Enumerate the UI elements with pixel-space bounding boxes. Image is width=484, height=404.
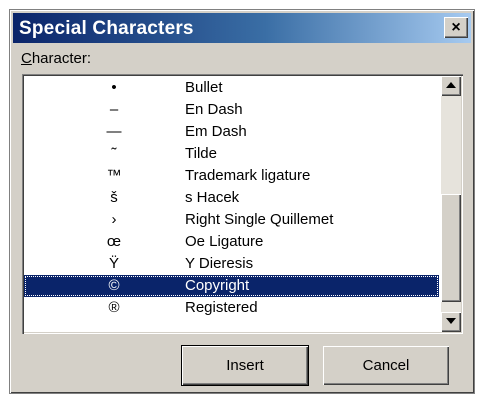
character-name: Trademark ligature — [185, 167, 311, 184]
character-row[interactable]: © Copyright — [24, 275, 439, 297]
character-row[interactable]: œ Oe Ligature — [24, 231, 439, 253]
character-row[interactable]: š s Hacek — [24, 187, 439, 209]
character-row[interactable]: ® Registered — [24, 297, 439, 319]
character-label: Character: — [21, 50, 91, 67]
character-name: Registered — [185, 299, 258, 316]
character-name: Right Single Quillemet — [185, 211, 334, 228]
character-glyph: ™ — [106, 167, 122, 184]
character-row[interactable]: ˜ Tilde — [24, 143, 439, 165]
character-label-text: haracter: — [31, 50, 92, 67]
scroll-thumb[interactable] — [441, 194, 461, 302]
character-listbox[interactable]: • Bullet – En Dash — Em Dash ˜ Tilde ™ Trademark … — [22, 74, 463, 334]
character-glyph: © — [108, 277, 120, 294]
title-bar[interactable]: Special Characters × — [13, 13, 471, 43]
character-glyph: – — [109, 101, 119, 118]
character-glyph: › — [111, 211, 117, 228]
character-glyph: — — [106, 123, 122, 140]
character-row[interactable]: › Right Single Quillemet — [24, 209, 439, 231]
character-name: Oe Ligature — [185, 233, 264, 250]
arrow-down-icon — [446, 318, 456, 324]
character-row[interactable]: ™ Trademark ligature — [24, 165, 439, 187]
character-glyph: š — [110, 189, 118, 206]
close-button[interactable]: × — [444, 17, 468, 38]
character-name: Tilde — [185, 145, 217, 162]
character-row[interactable]: — Em Dash — [24, 121, 439, 143]
character-glyph: • — [111, 79, 117, 96]
character-glyph: ® — [108, 299, 120, 316]
special-characters-dialog: Special Characters × Character: • Bullet –… — [9, 9, 475, 394]
window-title: Special Characters — [19, 18, 194, 39]
character-glyph: œ — [106, 233, 122, 250]
character-name: Bullet — [185, 79, 223, 96]
character-glyph: Ÿ — [108, 255, 119, 272]
character-row[interactable]: Ÿ Y Dieresis — [24, 253, 439, 275]
character-name: s Hacek — [185, 189, 240, 206]
vertical-scrollbar[interactable] — [441, 76, 461, 332]
character-name: Y Dieresis — [185, 255, 254, 272]
character-list: • Bullet – En Dash — Em Dash ˜ Tilde ™ Trademark … — [24, 77, 439, 319]
character-name: En Dash — [185, 101, 243, 118]
insert-button[interactable]: Insert — [181, 345, 309, 386]
character-name: Em Dash — [185, 123, 247, 140]
scroll-down-button[interactable] — [441, 312, 461, 332]
character-row[interactable]: • Bullet — [24, 77, 439, 99]
character-row[interactable]: – En Dash — [24, 99, 439, 121]
close-icon: × — [451, 18, 461, 36]
character-label-mnemonic: C — [21, 50, 32, 67]
character-glyph: ˜ — [111, 145, 117, 162]
scroll-up-button[interactable] — [441, 76, 461, 96]
arrow-up-icon — [446, 82, 456, 88]
cancel-button[interactable]: Cancel — [323, 346, 449, 385]
character-name: Copyright — [185, 277, 250, 294]
